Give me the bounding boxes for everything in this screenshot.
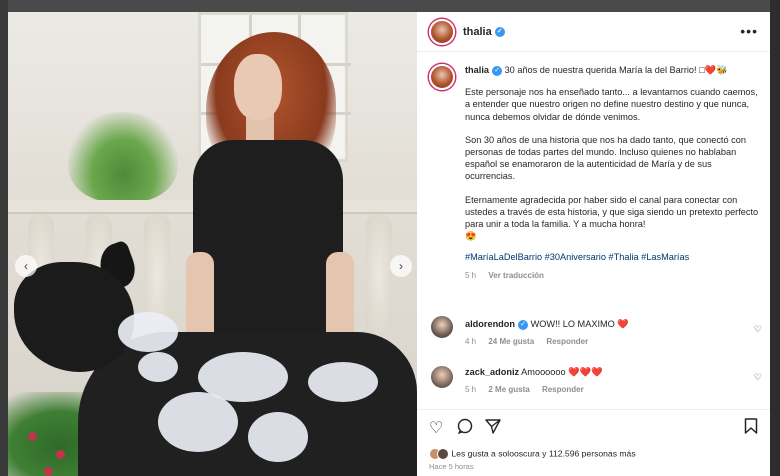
verified-badge-icon: ✓ [494,27,505,38]
comment-username[interactable]: aldorendon [465,319,515,329]
likes-summary[interactable]: Les gusta a solooscura y 112.596 persona… [429,448,636,460]
comment: zack_adoniz Amoooooo ❤️❤️❤️ 5 h 2 Me gus… [465,366,755,396]
caption-lead: thalia ✓ 30 años de nuestra querida María… [465,64,761,76]
post-caption: thalia ✓ 30 años de nuestra querida María… [465,64,761,282]
share-paper-plane-icon[interactable] [485,418,501,439]
commenter-avatar[interactable] [429,314,455,340]
post-actions: ♡ Les gusta a solooscura y 112.596 perso… [417,409,770,476]
woman-face [234,54,282,120]
comment-meta: 4 h 24 Me gusta Responder [465,336,755,348]
caption-paragraph-3: Eternamente agradecida por haber sido el… [465,194,761,243]
comment-time: 4 h [465,337,477,346]
flower [28,432,37,441]
caption-username[interactable]: thalia [465,65,489,75]
commenter-avatar[interactable] [429,364,455,390]
comment: aldorendon ✓ WOW!! LO MAXIMO ❤️ 4 h 24 Me… [465,318,755,348]
reply-button[interactable]: Responder [546,337,588,346]
flower [56,450,65,459]
comment-text: WOW!! LO MAXIMO ❤️ [530,319,629,329]
comment-username[interactable]: zack_adoniz [465,367,519,377]
flower [44,467,53,476]
like-comment-heart-icon[interactable]: ♡ [754,372,762,383]
comment-bubble-icon[interactable] [457,418,473,439]
like-comment-heart-icon[interactable]: ♡ [754,324,762,335]
comment-likes[interactable]: 2 Me gusta [488,385,529,394]
verified-badge-icon: ✓ [518,319,529,330]
post-photo[interactable]: ‹ › [8,12,417,476]
soap-foam [248,412,308,462]
palm-plant [68,112,178,202]
previous-photo-button[interactable]: ‹ [15,255,37,277]
soap-foam [138,352,178,382]
likes-text[interactable]: Les gusta a solooscura y 112.596 persona… [451,448,635,458]
hashtags[interactable]: #MaríaLaDelBarrio #30Aniversario #Thalia… [465,251,761,263]
soap-foam [118,312,178,352]
backdrop-right [770,0,780,476]
caption-paragraph: Eternamente agradecida por haber sido el… [465,194,759,230]
more-options-icon[interactable]: ••• [740,23,758,39]
comment-text: Amoooooo ❤️❤️❤️ [521,367,603,377]
caption-paragraph: Son 30 años de una historia que nos ha d… [465,134,746,182]
author-avatar[interactable] [429,19,455,45]
caption-meta: 5 h Ver traducción [465,270,761,282]
reply-button[interactable]: Responder [542,385,584,394]
author-username-text[interactable]: thalia [463,26,492,38]
post-details-panel: thalia ✓ ••• thalia ✓ 30 años de nuestra q… [417,12,770,476]
caption-paragraph: Este personaje nos ha enseñado tanto... … [465,87,758,122]
author-username[interactable]: thalia ✓ [463,26,505,38]
caption-lead-text: 30 años de nuestra querida María la del … [504,65,728,75]
caption-author-avatar[interactable] [429,64,455,90]
see-translation-link[interactable]: Ver traducción [488,271,544,280]
comment-time: 5 h [465,385,477,394]
soap-foam [158,392,238,452]
comment-meta: 5 h 2 Me gusta Responder [465,384,755,396]
post-header: thalia ✓ ••• [417,12,770,52]
verified-badge-icon: ✓ [492,65,502,76]
liker-avatar [437,448,449,460]
next-photo-button[interactable]: › [390,255,412,277]
posted-time: Hace 5 horas [429,462,474,471]
dog-head [14,262,134,372]
save-bookmark-icon[interactable] [744,418,758,439]
post-time: 5 h [465,270,477,280]
baluster [366,214,392,334]
soap-foam [308,362,378,402]
heart-eyes-emoji: 😍 [465,231,477,242]
backdrop-left [0,0,8,476]
comment-likes[interactable]: 24 Me gusta [488,337,534,346]
like-heart-icon[interactable]: ♡ [429,418,443,438]
